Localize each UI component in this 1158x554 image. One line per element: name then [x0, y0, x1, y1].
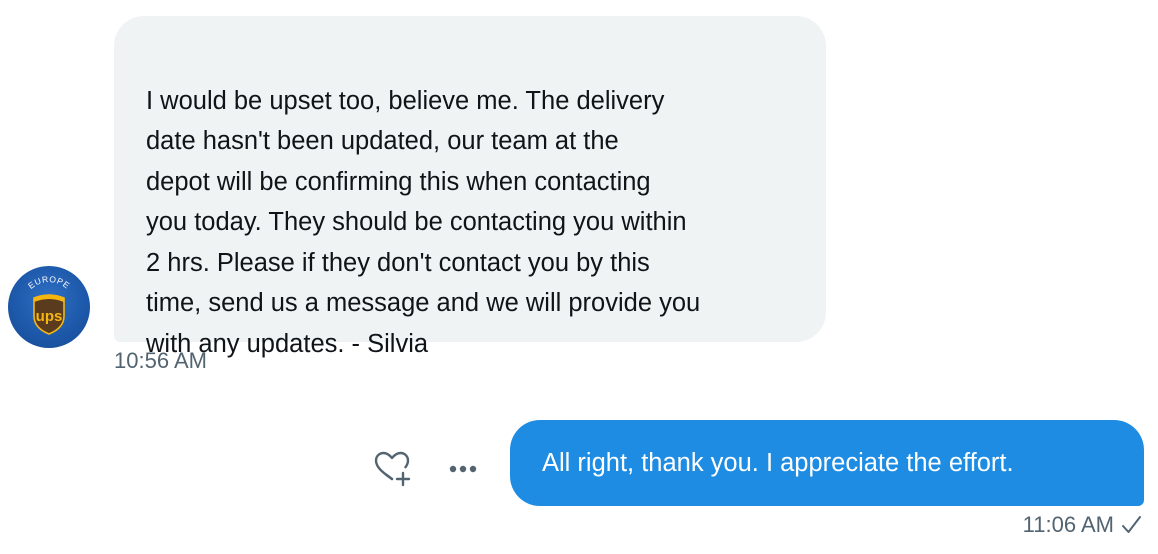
- incoming-message-bubble[interactable]: I would be upset too, believe me. The de…: [114, 16, 826, 358]
- heart-plus-icon[interactable]: [370, 446, 414, 490]
- check-icon: [1122, 516, 1141, 533]
- outgoing-message-meta: 11:06 AM: [1023, 512, 1142, 538]
- ups-europe-avatar[interactable]: EUROPE ups: [8, 266, 90, 348]
- avatar-badge-top: EUROPE: [26, 274, 72, 291]
- incoming-message-text: I would be upset too, believe me. The de…: [146, 86, 701, 358]
- ups-europe-logo-icon: EUROPE ups: [26, 274, 72, 335]
- outgoing-message-bubble[interactable]: All right, thank you. I appreciate the e…: [510, 420, 1144, 506]
- more-icon[interactable]: [444, 454, 482, 484]
- outgoing-message-text: All right, thank you. I appreciate the e…: [542, 449, 1014, 477]
- outgoing-message-time: 11:06 AM: [1022, 512, 1114, 537]
- avatar-badge-logo: ups: [36, 308, 63, 325]
- incoming-message-time: 10:56 AM: [114, 348, 207, 373]
- dm-conversation: EUROPE ups I would be upset too, believe…: [0, 0, 1158, 554]
